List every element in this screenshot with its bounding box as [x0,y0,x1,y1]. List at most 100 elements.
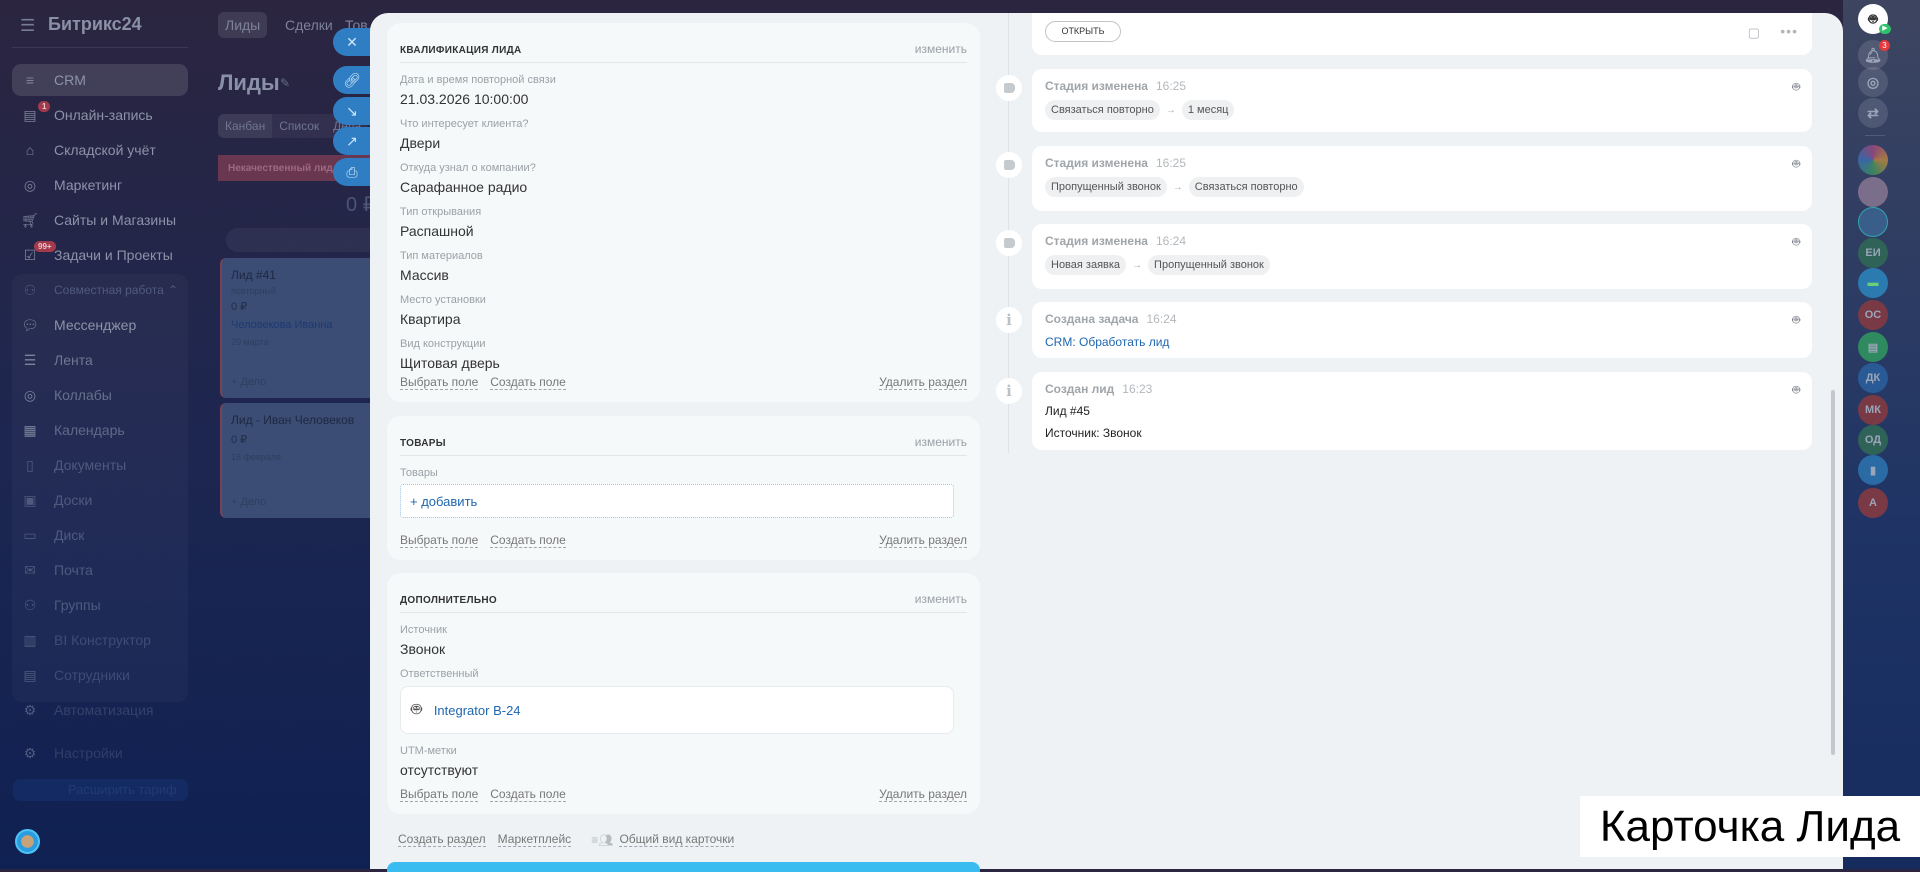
field-value[interactable]: Массив [400,267,967,283]
delete-section-link[interactable]: Удалить раздел [879,533,967,548]
nav-calendar[interactable]: ▦ Календарь [12,414,188,446]
upgrade-button[interactable]: Расширить тариф [13,779,188,801]
nav-label: Документы [54,457,127,473]
nav-warehouse[interactable]: ⌂ Складской учёт [12,134,188,166]
contact-avatar[interactable] [1858,177,1888,207]
choose-field-link[interactable]: Выбрать поле [400,533,479,548]
nav-label: Календарь [54,422,125,438]
field-value[interactable]: Квартира [400,311,967,327]
robot-icon: 🤖︎ [1792,312,1800,327]
choose-field-link[interactable]: Выбрать поле [400,787,479,802]
contact-avatar[interactable]: ЕИ [1858,238,1888,268]
nav-mail[interactable]: ✉ Почта [12,554,188,586]
contact-avatar[interactable] [1858,207,1888,237]
copilot-button[interactable]: ◎ [1858,67,1888,97]
contact-avatar[interactable]: А [1858,488,1888,518]
create-section-link[interactable]: Создать раздел [398,832,486,847]
field-value[interactable]: Распашной [400,223,967,239]
choose-field-link[interactable]: Выбрать поле [400,375,479,390]
pin-icon[interactable]: ✎ [280,76,290,90]
edit-link[interactable]: изменить [915,42,967,56]
item-time: 16:24 [1155,234,1187,248]
bookmark-icon[interactable]: ▮ [1858,455,1888,485]
source-value[interactable]: Звонок [400,641,967,657]
nav-bi[interactable]: ▥ BI Конструктор [12,624,188,656]
stage-to: Связаться повторно [1188,177,1304,197]
nav-tasks[interactable]: ☑ 99+ Задачи и Проекты [12,239,188,271]
scrollbar[interactable] [1831,390,1835,755]
external-link-icon: ↗ [346,132,358,149]
view-kanban[interactable]: Канбан [218,114,273,138]
nav-online-booking[interactable]: ▤ 1 Онлайн-запись [12,99,188,131]
responsible-field[interactable]: 🤖︎ Integrator B-24 [400,686,954,734]
robot-icon: 🤖︎ [1792,156,1800,171]
kanban-card[interactable]: Лид - Иван Человеков 0 ₽ 16 февраля + Де… [220,403,380,518]
note-icon[interactable]: ▢ [1748,25,1760,41]
add-activity[interactable]: + Дело [231,376,266,388]
common-view-link[interactable]: Общий вид карточки [619,832,735,847]
edit-link[interactable]: изменить [915,435,967,449]
nav-settings[interactable]: ⚙ Настройки [12,737,188,769]
create-field-link[interactable]: Создать поле [490,787,566,802]
nav-label: Настройки [54,745,123,761]
nav-sites[interactable]: 🛒︎ Сайты и Магазины [12,204,188,236]
nav-documents[interactable]: ▯ Документы [12,449,188,481]
field-value[interactable]: Двери [400,135,967,151]
delete-section-link[interactable]: Удалить раздел [879,787,967,802]
more-icon[interactable]: ••• [1780,23,1798,39]
nav-collab-header[interactable]: ⚇ Совместная работа ⌃ [12,274,188,306]
open-button[interactable]: ОТКРЫТЬ [1045,21,1121,42]
logo[interactable]: Битрикс24 [48,14,142,35]
add-product-button[interactable]: + добавить [400,484,954,518]
quick-add[interactable] [226,228,378,252]
field-value[interactable]: Сарафанное радио [400,179,967,195]
timeline-item: Стадия изменена 16:25 Связаться повторно →… [1032,69,1812,132]
delete-section-link[interactable]: Удалить раздел [879,375,967,390]
contact-avatar[interactable]: ДК [1858,363,1888,393]
nav-marketing[interactable]: ◎ Маркетинг [12,169,188,201]
nav-groups[interactable]: ⚇ Группы [12,589,188,621]
news-icon[interactable]: ▤ [1858,332,1888,362]
nav-boards[interactable]: ▣ Доски [12,484,188,516]
nav-messenger[interactable]: 💬︎ Мессенджер [12,309,188,341]
nav-crm[interactable]: ≡ CRM [12,64,188,96]
stage-from: Пропущенный звонок [1045,177,1167,197]
stage-to: Пропущенный звонок [1148,255,1270,275]
card-contact[interactable]: Человекова Иванна [231,319,371,331]
responsible-name[interactable]: Integrator B-24 [434,703,521,718]
badge: 1 [38,101,51,112]
card-title[interactable]: Лид #41 [231,268,371,282]
card-title[interactable]: Лид - Иван Человеков [231,413,371,427]
contact-avatar[interactable]: ОД [1858,425,1888,455]
nav-label: Онлайн-запись [54,107,153,123]
user-avatar[interactable] [15,829,40,854]
tab-deals[interactable]: Сделки [278,12,340,38]
arrow-right-icon: → [1172,182,1183,193]
contact-avatar[interactable]: МК [1858,395,1888,425]
contact-avatar[interactable]: ОС [1858,300,1888,330]
kanban-card[interactable]: Лид #41 повторный 0 ₽ Человекова Иванна … [220,258,380,398]
add-activity[interactable]: + Дело [231,496,266,508]
task-link[interactable]: CRM: Обработать лид [1045,335,1799,349]
nav-automation[interactable]: ⚙ Автоматизация [12,694,188,726]
create-field-link[interactable]: Создать поле [490,533,566,548]
create-field-link[interactable]: Создать поле [490,375,566,390]
save-bar [387,862,980,872]
nav-collabs[interactable]: ◎ Коллабы [12,379,188,411]
app-icon[interactable] [1858,145,1888,175]
chat-switch-button[interactable]: ⇄ [1858,98,1888,128]
nav-label: Совместная работа [54,283,164,297]
marketplace-link[interactable]: Маркетплейс [497,832,572,847]
nav-employees[interactable]: ▤ Сотрудники [12,659,188,691]
chat-group-icon[interactable]: ▬ [1858,268,1888,298]
edit-link[interactable]: изменить [915,592,967,606]
card-tag: повторный [231,286,276,296]
view-list[interactable]: Список [272,114,327,138]
menu-icon[interactable]: ☰ [20,16,35,36]
nav-disk[interactable]: ▭ Диск [12,519,188,551]
badge: 99+ [34,241,56,252]
field-value[interactable]: 21.03.2026 10:00:00 [400,91,967,107]
field-value[interactable]: Щитовая дверь [400,355,967,371]
tab-leads[interactable]: Лиды [218,12,268,38]
nav-feed[interactable]: ☰ Лента [12,344,188,376]
